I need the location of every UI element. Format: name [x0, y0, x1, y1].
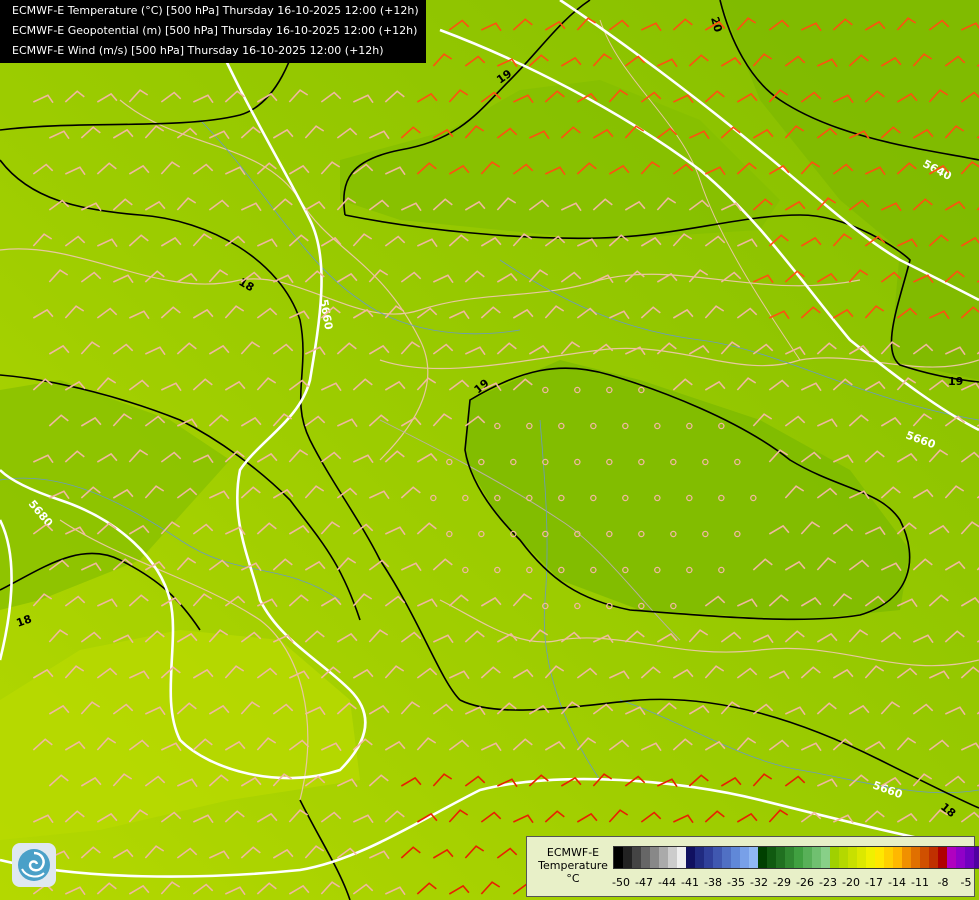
legend-tick-label: -8 [937, 876, 949, 889]
legend-tick-label: -23 [819, 876, 837, 889]
legend-swatch [740, 847, 749, 868]
legend-tick-label: -47 [635, 876, 653, 889]
legend-swatch [929, 847, 938, 868]
legend-swatch [956, 847, 965, 868]
legend-swatch [794, 847, 803, 868]
legend-title: ECMWF-E [546, 846, 600, 859]
legend-unit: °C [566, 872, 580, 885]
legend-swatch [704, 847, 713, 868]
legend-swatch [776, 847, 785, 868]
legend-swatch [686, 847, 695, 868]
legend-swatch [785, 847, 794, 868]
legend-swatch [623, 847, 632, 868]
legend-swatch [812, 847, 821, 868]
legend-color-bar [613, 846, 979, 869]
legend-swatch [974, 847, 979, 868]
legend-swatch [695, 847, 704, 868]
legend-swatch [749, 847, 758, 868]
title-line-temperature: ECMWF-E Temperature (°C) [500 hPa] Thurs… [12, 4, 419, 17]
legend-tick-label: -35 [727, 876, 745, 889]
legend-swatch [911, 847, 920, 868]
legend-tick-label: -20 [842, 876, 860, 889]
legend-swatch [902, 847, 911, 868]
title-line-wind: ECMWF-E Wind (m/s) [500 hPa] Thursday 16… [12, 44, 384, 57]
legend-swatch [830, 847, 839, 868]
legend-swatch [938, 847, 947, 868]
legend-swatch [839, 847, 848, 868]
legend-swatch [920, 847, 929, 868]
legend-tick-label: -5 [960, 876, 972, 889]
legend-tick-label: -14 [888, 876, 906, 889]
legend-subtitle: Temperature [538, 859, 608, 872]
legend-tick-label: -38 [704, 876, 722, 889]
legend-tick-label: -26 [796, 876, 814, 889]
legend-swatch [731, 847, 740, 868]
legend-tick-label: -50 [612, 876, 630, 889]
title-line-geopotential: ECMWF-E Geopotential (m) [500 hPa] Thurs… [12, 24, 418, 37]
legend-swatch [875, 847, 884, 868]
legend-swatch [821, 847, 830, 868]
legend-swatch [758, 847, 767, 868]
legend-tick-label: -32 [750, 876, 768, 889]
legend-tick-label: -17 [865, 876, 883, 889]
legend-swatch [614, 847, 623, 868]
legend-swatch [641, 847, 650, 868]
temperature-legend: ECMWF-E Temperature °C -50 -47 -44 -41 -38 -3… [526, 836, 979, 897]
isotherm-label: 19 [948, 375, 963, 388]
legend-tick-label: -41 [681, 876, 699, 889]
legend-swatch [866, 847, 875, 868]
legend-swatch [803, 847, 812, 868]
legend-swatch [659, 847, 668, 868]
legend-swatch [668, 847, 677, 868]
legend-swatch [677, 847, 686, 868]
legend-tick-label: -11 [911, 876, 929, 889]
legend-swatch [632, 847, 641, 868]
legend-swatch [650, 847, 659, 868]
legend-label: ECMWF-E Temperature °C [533, 846, 613, 885]
legend-tick-label: -29 [773, 876, 791, 889]
legend-swatch [857, 847, 866, 868]
weather-map: 5660 5640 5660 5680 5660 20 19 18 19 19 … [0, 0, 979, 900]
legend-swatch [947, 847, 956, 868]
legend-swatch [884, 847, 893, 868]
ecmwf-swirl-icon [12, 843, 56, 887]
legend-tick-label: -44 [658, 876, 676, 889]
legend-swatch [713, 847, 722, 868]
legend-swatch [848, 847, 857, 868]
legend-swatch [767, 847, 776, 868]
map-title-box: ECMWF-E Temperature (°C) [500 hPa] Thurs… [0, 0, 426, 63]
legend-swatch [722, 847, 731, 868]
legend-swatch [965, 847, 974, 868]
legend-ticks: -50 -47 -44 -41 -38 -35 -32 -29 -26 -23 -20 -17 -14-… [612, 876, 973, 890]
legend-swatch [893, 847, 902, 868]
